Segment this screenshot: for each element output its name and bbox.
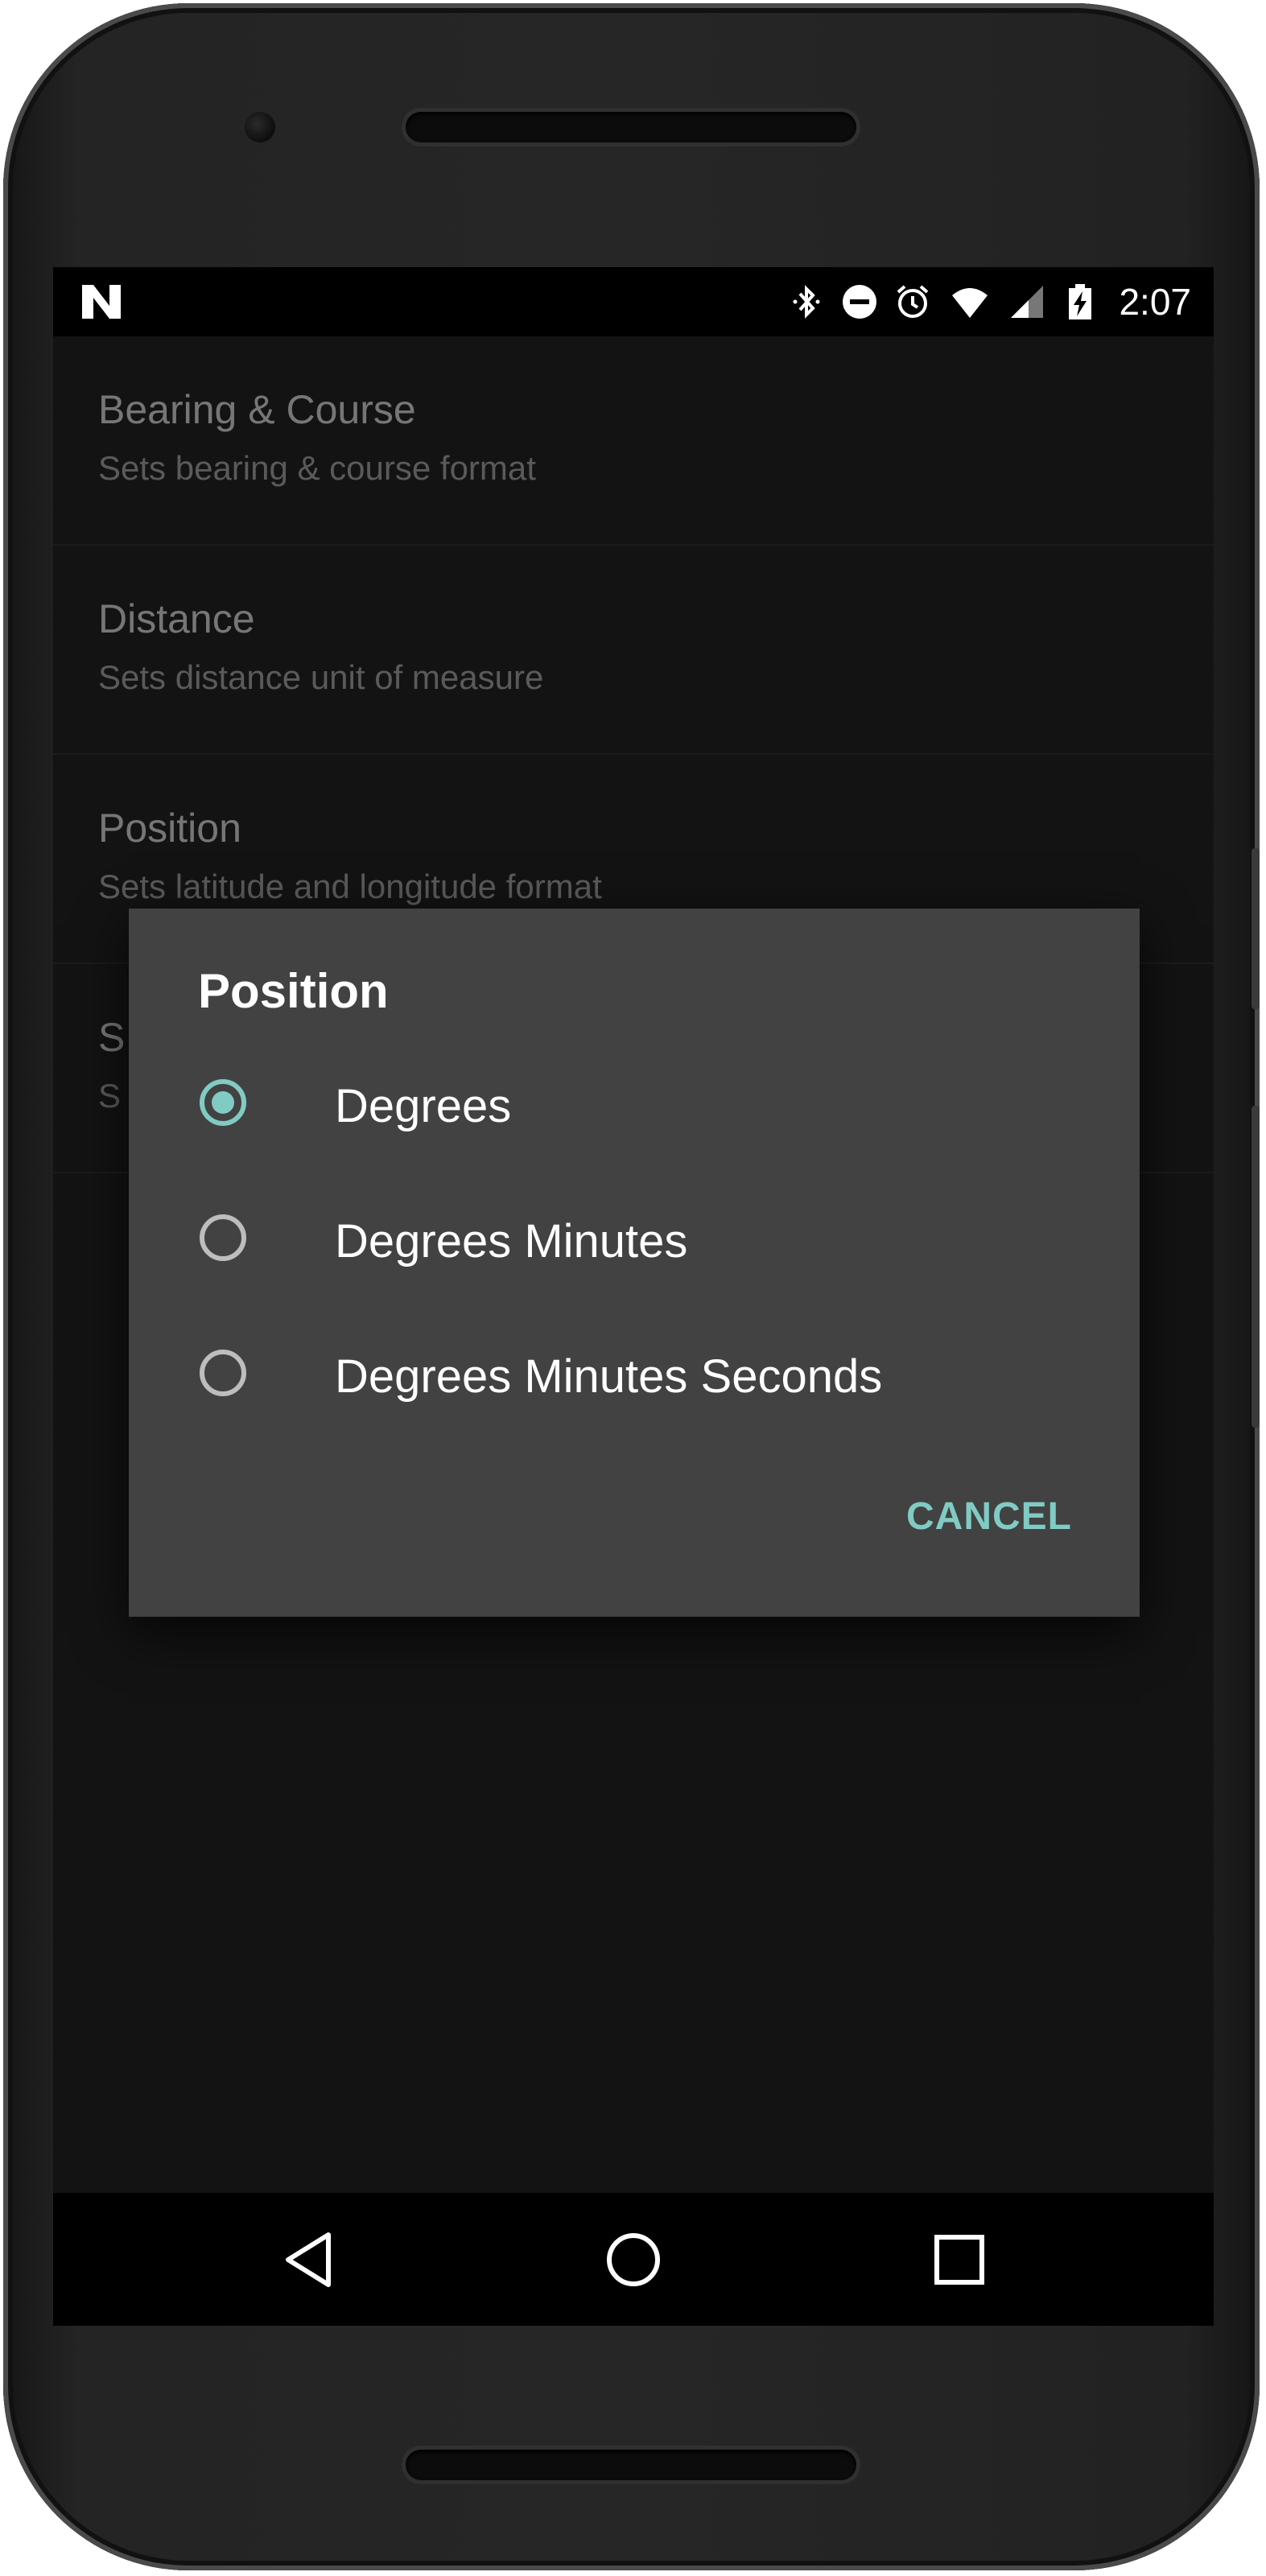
top-speaker-grille <box>406 112 856 142</box>
back-icon[interactable] <box>275 2225 344 2294</box>
home-icon[interactable] <box>599 2225 668 2294</box>
radio-button-unchecked[interactable] <box>200 1214 246 1261</box>
signal-icon <box>1011 286 1044 318</box>
status-clock: 2:07 <box>1119 281 1191 323</box>
volume-rocker <box>1252 1106 1260 1428</box>
option-label: Degrees Minutes <box>335 1215 688 1267</box>
recents-icon[interactable] <box>925 2225 994 2294</box>
power-button <box>1252 848 1260 1009</box>
pref-summary: Sets latitude and longitude format <box>98 868 602 905</box>
n-notification-icon <box>82 285 121 319</box>
front-camera <box>245 112 275 142</box>
option-degrees-minutes[interactable]: Degrees Minutes <box>129 1179 1140 1300</box>
wifi-icon <box>952 288 988 318</box>
status-bar: 2:07 <box>53 267 1214 336</box>
option-degrees-minutes-seconds[interactable]: Degrees Minutes Seconds <box>129 1314 1140 1435</box>
battery-charging-icon <box>1069 284 1092 319</box>
bluetooth-icon <box>793 285 820 319</box>
option-label: Degrees <box>335 1080 512 1132</box>
phone-frame: 2:07 Bearing & Course Sets bearing & cou… <box>3 3 1260 2570</box>
pref-title: Bearing & Course <box>98 387 416 432</box>
pref-summary: Sets distance unit of measure <box>98 658 544 696</box>
radio-button-unchecked[interactable] <box>200 1350 246 1396</box>
bottom-speaker-grille <box>406 2450 856 2480</box>
screen: 2:07 Bearing & Course Sets bearing & cou… <box>53 267 1214 2326</box>
radio-button-checked[interactable] <box>200 1079 246 1126</box>
dialog-title: Position <box>198 964 389 1018</box>
pref-item-bearing-course[interactable]: Bearing & Course Sets bearing & course f… <box>53 336 1214 546</box>
navigation-bar <box>53 2193 1214 2326</box>
do-not-disturb-icon <box>843 285 877 319</box>
pref-title: S <box>98 1015 126 1060</box>
alarm-icon <box>897 285 929 318</box>
cancel-button[interactable]: CANCEL <box>906 1494 1072 1539</box>
position-dialog: Position Degrees Degrees Minutes Degrees… <box>129 909 1140 1617</box>
option-label: Degrees Minutes Seconds <box>335 1350 883 1403</box>
pref-item-distance[interactable]: Distance Sets distance unit of measure <box>53 546 1214 755</box>
pref-summary: S <box>98 1077 122 1115</box>
pref-title: Distance <box>98 596 255 641</box>
pref-title: Position <box>98 806 241 851</box>
pref-summary: Sets bearing & course format <box>98 449 536 487</box>
option-degrees[interactable]: Degrees <box>129 1044 1140 1164</box>
